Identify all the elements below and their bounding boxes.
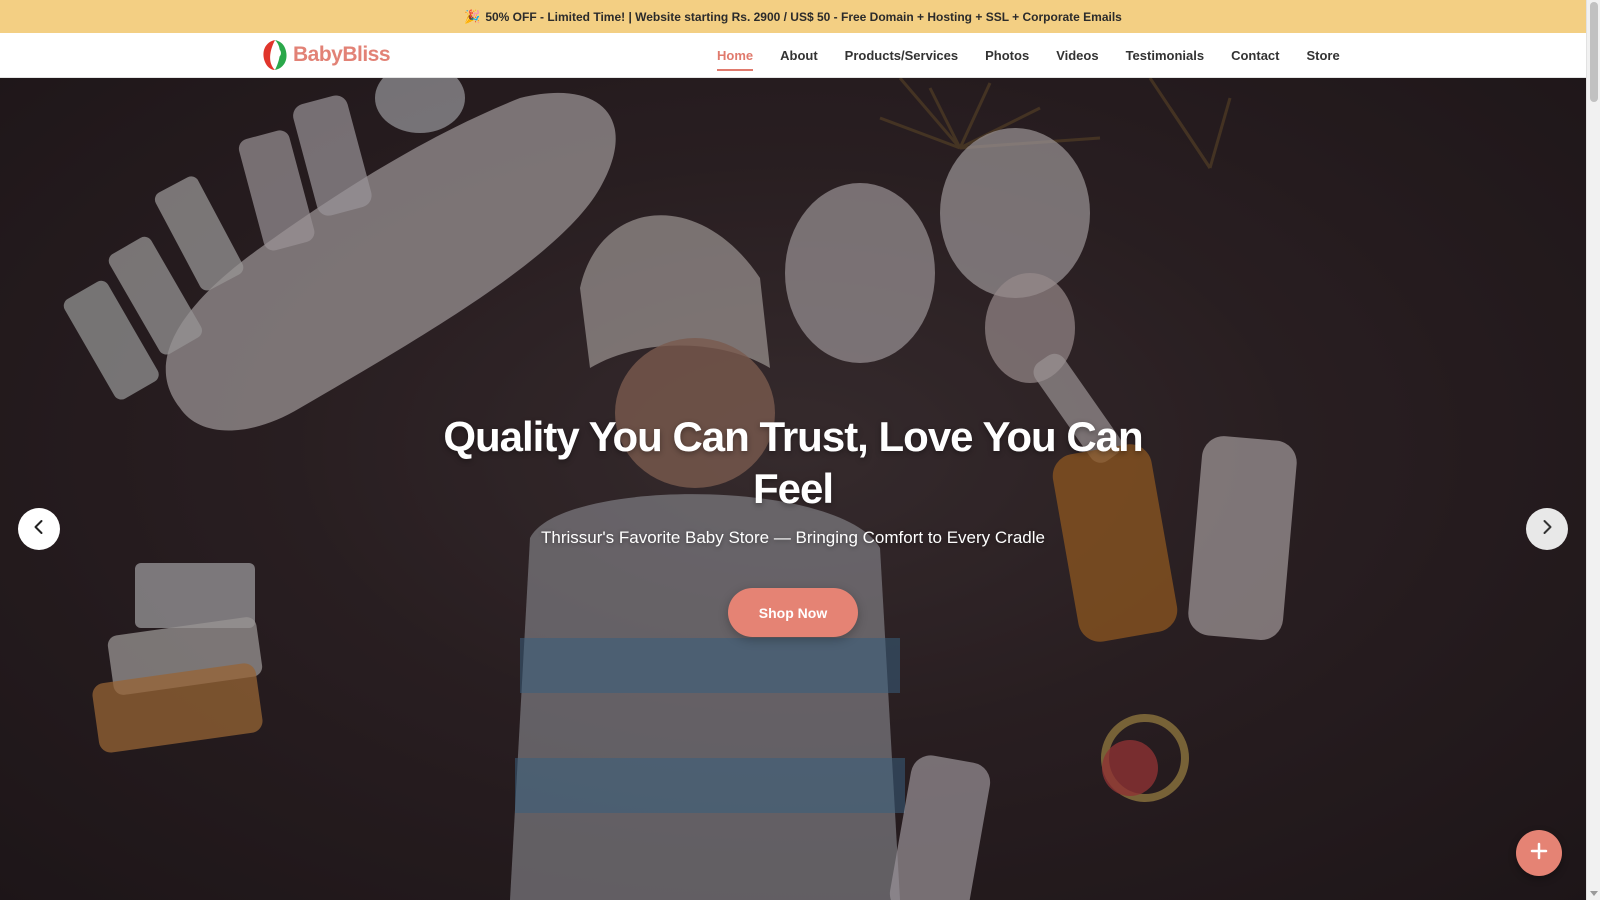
nav-item-photos[interactable]: Photos [985,42,1029,69]
party-popper-icon: 🎉 [464,8,481,24]
hero-title: Quality You Can Trust, Love You Can Feel [443,413,1143,512]
chevron-right-icon [1539,519,1555,540]
hero-subtitle: Thrissur's Favorite Baby Store — Bringin… [541,528,1045,547]
main-nav: Home About Products/Services Photos Vide… [717,33,1340,78]
slider-next-button[interactable] [1526,508,1568,550]
scrollbar-thumb[interactable] [1590,2,1598,102]
brand-logo[interactable]: BabyBliss [259,38,391,72]
logo-icon [259,38,291,72]
floating-action-button[interactable] [1516,830,1562,876]
slider-prev-button[interactable] [18,508,60,550]
nav-item-about[interactable]: About [780,42,818,69]
chevron-left-icon [31,519,47,540]
plus-icon [1530,842,1548,865]
promo-bar: 🎉 50% OFF - Limited Time! | Website star… [0,0,1586,33]
nav-item-contact[interactable]: Contact [1231,42,1279,69]
shop-now-button[interactable]: Shop Now [728,588,858,637]
hero-slider: Quality You Can Trust, Love You Can Feel… [0,78,1586,900]
nav-item-testimonials[interactable]: Testimonials [1126,42,1205,69]
nav-item-home[interactable]: Home [717,42,754,71]
nav-item-videos[interactable]: Videos [1056,42,1098,69]
scroll-down-arrow-icon[interactable] [1590,891,1598,896]
brand-name: BabyBliss [293,43,391,66]
page-scrollbar[interactable] [1586,0,1600,900]
nav-item-store[interactable]: Store [1306,42,1339,69]
nav-item-products-services[interactable]: Products/Services [845,42,958,69]
site-header: BabyBliss Home About Products/Services P… [0,33,1586,78]
promo-text: 50% OFF - Limited Time! | Website starti… [485,9,1122,24]
